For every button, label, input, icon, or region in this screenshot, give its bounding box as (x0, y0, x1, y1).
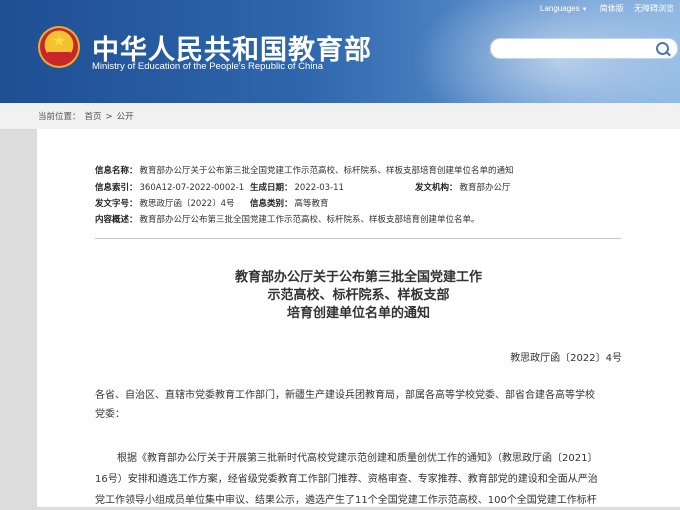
body-line-3: 党工作领导小组成员单位集中审议、结果公示，遴选产生了11个全国党建工作示范高校、… (95, 495, 597, 506)
body-line-1: 根据《教育部办公厅关于开展第三批新时代高校党建示范创建和质量创优工作的通知》（教… (117, 453, 598, 464)
document-title-line-1: 教育部办公厅关于公布第三批全国党建工作 (234, 270, 482, 285)
body-line-2: 16号）安排和遴选工作方案，经省级党委教育工作部门推荐、资格审查、专家推荐、教育… (95, 474, 598, 485)
search-input[interactable] (501, 41, 645, 57)
breadcrumb-prefix: 当前位置： (38, 112, 81, 122)
article-panel: 信息名称： 教育部办公厅关于公布第三批全国党建工作示范高校、标杆院系、样板支部培育… (37, 129, 680, 507)
accessibility-link[interactable]: 无障碍浏览 (634, 4, 674, 13)
search-icon[interactable] (656, 42, 669, 55)
meta-issuer-label: 发文机构： (415, 183, 458, 193)
chevron-down-icon: ▼ (581, 7, 588, 13)
meta-name-value: 教育部办公厅关于公布第三批全国党建工作示范高校、标杆院系、样板支部培育创建单位名… (139, 166, 514, 176)
breadcrumb-home[interactable]: 首页 (85, 112, 102, 122)
site-subtitle: Ministry of Education of the People's Re… (92, 61, 323, 72)
meta-docno-row: 发文字号： 教思政厅函〔2022〕4号 信息类别： 高等教育 (95, 197, 329, 209)
simplified-link[interactable]: 简体版 (600, 4, 624, 13)
meta-divider (95, 238, 621, 239)
meta-issuer-value: 教育部办公厅 (459, 183, 511, 193)
breadcrumb-separator: > (105, 112, 113, 122)
top-links: Languages ▼ 简体版 无障碍浏览 (540, 3, 680, 14)
meta-index-value: 360A12-07-2022-0002-1 (139, 183, 245, 193)
site-header: ★ 中华人民共和国教育部 Ministry of Education of th… (0, 0, 680, 103)
meta-docno-label: 发文字号： (95, 199, 138, 209)
meta-date-value: 2022-03-11 (294, 183, 344, 193)
meta-category-label: 信息类别： (250, 199, 293, 209)
breadcrumb-bar: 当前位置： 首页 > 公开 (0, 103, 680, 130)
meta-date-label: 生成日期： (250, 183, 293, 193)
national-emblem-icon: ★ (38, 26, 80, 68)
document-number: 教思政厅函〔2022〕4号 (510, 353, 622, 364)
breadcrumb: 当前位置： 首页 > 公开 (38, 110, 138, 122)
salutation-line-1: 各省、自治区、直辖市党委教育工作部门，新疆生产建设兵团教育局，部属各高等学校党委… (95, 390, 595, 401)
meta-summary-value: 教育部办公厅公布第三批全国党建工作示范高校、标杆院系、样板支部培育创建单位名单。 (139, 215, 480, 225)
meta-index-label: 信息索引： (95, 183, 138, 193)
salutation-line-2: 党委： (95, 409, 125, 420)
meta-category-value: 高等教育 (294, 199, 329, 209)
meta-name-row: 信息名称： 教育部办公厅关于公布第三批全国党建工作示范高校、标杆院系、样板支部培育… (95, 164, 514, 176)
search-box (490, 38, 678, 59)
languages-link[interactable]: Languages (540, 4, 580, 13)
breadcrumb-current[interactable]: 公开 (117, 112, 134, 122)
meta-index-row: 信息索引： 360A12-07-2022-0002-1 生成日期： 2022-03-… (95, 181, 621, 193)
meta-name-label: 信息名称： (95, 166, 138, 176)
document-title-line-2: 示范高校、标杆院系、样板支部 (267, 288, 450, 303)
meta-summary-row: 内容概述： 教育部办公厅公布第三批全国党建工作示范高校、标杆院系、样板支部培育创建… (95, 213, 480, 225)
meta-summary-label: 内容概述： (95, 215, 138, 225)
meta-docno-value: 教思政厅函〔2022〕4号 (139, 199, 235, 209)
document-title-line-3: 培育创建单位名单的通知 (286, 306, 430, 321)
